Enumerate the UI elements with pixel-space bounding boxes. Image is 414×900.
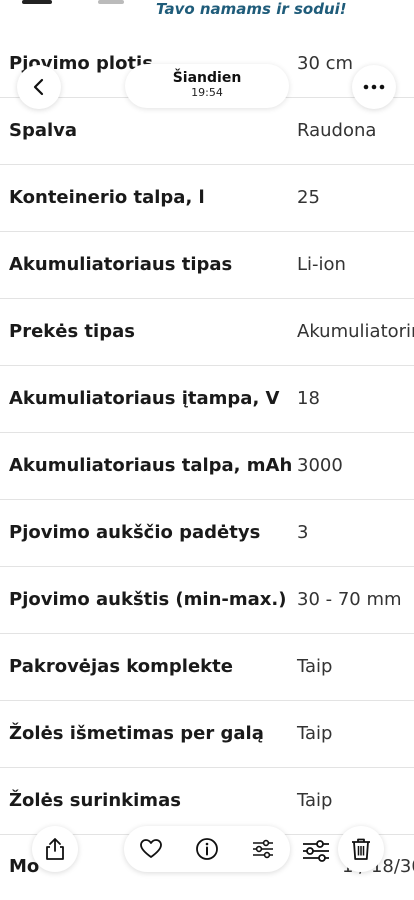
info-icon[interactable] bbox=[195, 837, 219, 861]
time-label: 19:54 bbox=[191, 86, 223, 99]
logo bbox=[98, 0, 124, 4]
sliders-icon[interactable] bbox=[251, 837, 275, 861]
site-header: Tavo namams ir sodui! bbox=[0, 0, 414, 28]
action-pill bbox=[124, 826, 290, 872]
date-label: Šiandien bbox=[172, 70, 242, 86]
spec-value: Akumuliatorinė bbox=[297, 321, 414, 342]
trash-icon bbox=[350, 837, 372, 861]
spec-value: 3000 bbox=[297, 455, 343, 476]
more-button[interactable] bbox=[352, 65, 396, 109]
spec-row: Prekės tipas Akumuliatorinė bbox=[0, 299, 414, 366]
menu-icon[interactable] bbox=[22, 0, 52, 4]
spec-label: Prekės tipas bbox=[9, 321, 135, 342]
heart-icon[interactable] bbox=[139, 837, 163, 861]
spec-row: Pjovimo aukštis (min-max.) 30 - 70 mm bbox=[0, 567, 414, 634]
spec-label: Akumuliatoriaus tipas bbox=[9, 254, 233, 275]
spec-value: Li-ion bbox=[297, 254, 346, 275]
delete-button[interactable] bbox=[338, 826, 384, 872]
spec-value: 30 - 70 mm bbox=[297, 589, 402, 610]
spec-row: Spalva Raudona bbox=[0, 98, 414, 165]
back-button[interactable] bbox=[17, 65, 61, 109]
spec-row: Konteinerio talpa, l 25 bbox=[0, 165, 414, 232]
adjust-icon bbox=[296, 835, 338, 867]
spec-value: 30 cm bbox=[297, 53, 354, 74]
specs-table: Pjovimo plotis 30 cm Spalva Raudona Konteine… bbox=[0, 31, 414, 835]
spec-label: Akumuliatoriaus talpa, mAh bbox=[9, 455, 293, 476]
spec-row: Akumuliatoriaus talpa, mAh 3000 bbox=[0, 433, 414, 500]
spec-row: Žolės išmetimas per galą Taip bbox=[0, 701, 414, 768]
spec-label: Akumuliatoriaus įtampa, V bbox=[9, 388, 280, 409]
spec-row: Pakrovėjas komplekte Taip bbox=[0, 634, 414, 701]
spec-row: Akumuliatoriaus tipas Li-ion bbox=[0, 232, 414, 299]
spec-label: Konteinerio talpa, l bbox=[9, 187, 205, 208]
spec-value: Raudona bbox=[297, 120, 377, 141]
ellipsis-icon bbox=[363, 84, 385, 90]
spec-label: Pjovimo aukštis (min-max.) bbox=[9, 589, 287, 610]
spec-label: Žolės išmetimas per galą bbox=[9, 723, 264, 744]
share-button[interactable] bbox=[32, 826, 78, 872]
spec-label: Pakrovėjas komplekte bbox=[9, 656, 233, 677]
site-tagline: Tavo namams ir sodui! bbox=[156, 0, 347, 18]
spec-value: Taip bbox=[297, 656, 333, 677]
adjust-button[interactable] bbox=[296, 830, 338, 872]
share-icon bbox=[44, 837, 66, 861]
photo-date-pill: Šiandien 19:54 bbox=[125, 64, 289, 108]
spec-value: Taip bbox=[297, 723, 333, 744]
chevron-left-icon bbox=[29, 77, 49, 97]
spec-value: 3 bbox=[297, 522, 309, 543]
spec-row: Akumuliatoriaus įtampa, V 18 bbox=[0, 366, 414, 433]
spec-row: Pjovimo aukščio padėtys 3 bbox=[0, 500, 414, 567]
spec-value: 18 bbox=[297, 388, 320, 409]
spec-value: 25 bbox=[297, 187, 320, 208]
spec-label: Pjovimo aukščio padėtys bbox=[9, 522, 261, 543]
photo-toolbar bbox=[0, 820, 414, 900]
